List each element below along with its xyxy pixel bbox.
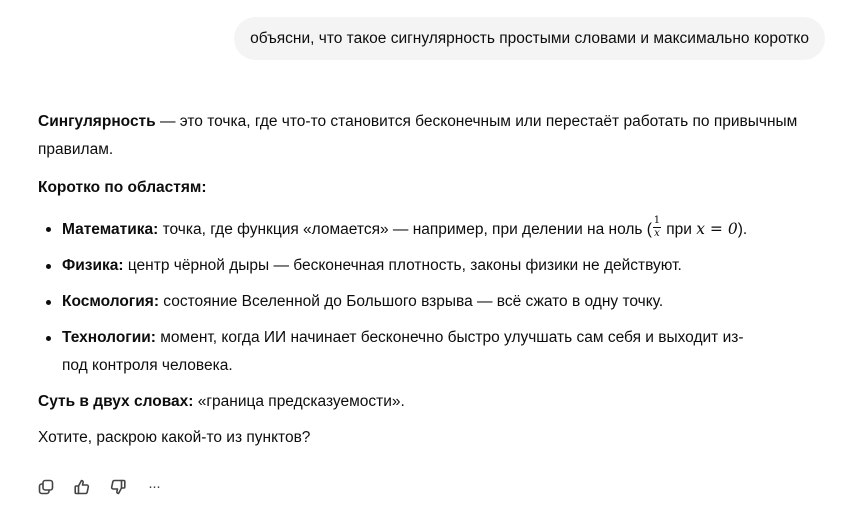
more-icon: ··· [148,478,161,495]
answer-summary: Суть в двух словах: «граница предсказуем… [38,388,798,416]
summary-text: «граница предсказуемости». [193,393,405,410]
fraction-denominator: x [654,228,660,240]
areas-heading: Коротко по областям: [38,179,207,196]
item-term: Технологии: [62,329,156,346]
like-button[interactable] [72,477,92,497]
user-message-bubble: объясни, что такое сигнулярность простым… [234,17,825,60]
item-text-after: при [661,221,697,238]
more-options-button[interactable]: ··· [144,477,164,497]
item-term: Физика: [62,257,124,274]
summary-term: Суть в двух словах: [38,393,194,410]
answer-intro: Сингулярность — это точка, где что-то ст… [38,108,798,164]
assistant-message: Сингулярность — это точка, где что-то ст… [38,108,798,452]
item-text-end: ). [737,221,748,238]
follow-up-question: Хотите, раскрою какой-то из пунктов? [38,429,311,446]
thumbs-down-icon [110,479,126,495]
list-item-cosmology: Космология: состояние Вселенной до Больш… [38,288,798,316]
item-text: состояние Вселенной до Большого взрыва —… [159,293,664,310]
list-item-math: Математика: точка, где функция «ломается… [38,215,798,244]
user-message-text: объясни, что такое сигнулярность простым… [250,29,809,47]
copy-button[interactable] [36,477,56,497]
chat-page: объясни, что такое сигнулярность простым… [0,0,847,522]
dislike-button[interactable] [108,477,128,497]
item-term: Математика: [62,221,159,238]
intro-term: Сингулярность [38,113,156,130]
math-expression: x = 0 [696,220,738,238]
message-actions: ··· [36,477,164,497]
item-text: точка, где функция «ломается» — например… [158,221,652,238]
fraction-numerator: 1 [653,215,661,227]
item-text: момент, когда ИИ начинает бесконечно быс… [62,329,744,374]
list-item-technology: Технологии: момент, когда ИИ начинает бе… [38,324,798,380]
thumbs-up-icon [74,479,90,495]
copy-icon [38,479,54,495]
list-item-physics: Физика: центр чёрной дыры — бесконечная … [38,252,798,280]
item-text: центр чёрной дыры — бесконечная плотност… [123,257,682,274]
item-term: Космология: [62,293,159,310]
areas-list: Математика: точка, где функция «ломается… [38,215,798,380]
fraction-formula: 1x [652,215,661,240]
